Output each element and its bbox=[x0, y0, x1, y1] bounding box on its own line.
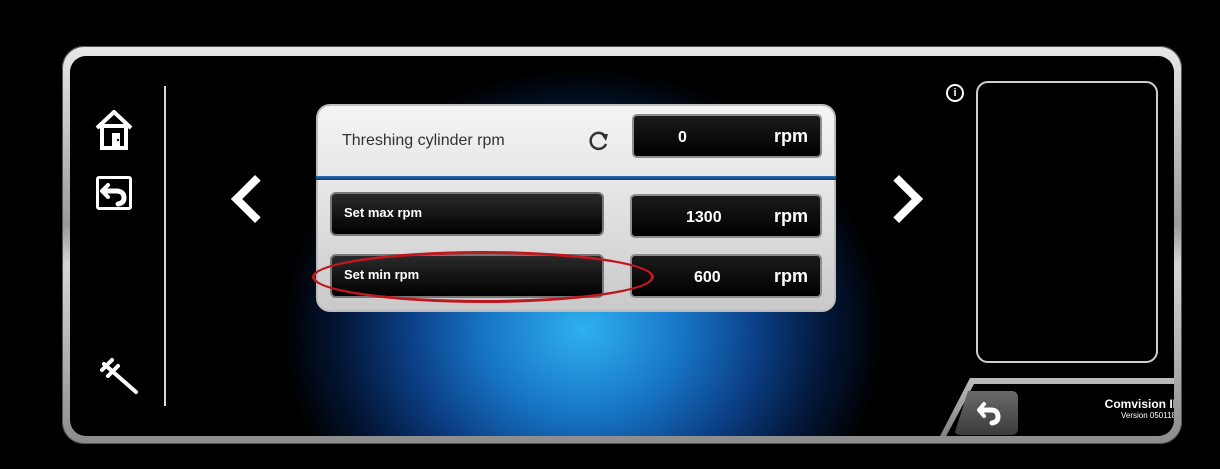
panel-separator bbox=[316, 176, 836, 180]
back-icon[interactable] bbox=[96, 176, 132, 210]
max-rpm-field[interactable]: 1300 rpm bbox=[630, 194, 822, 238]
preview-box bbox=[976, 81, 1158, 363]
sidebar-divider bbox=[164, 86, 166, 406]
min-rpm-unit: rpm bbox=[773, 266, 808, 286]
caliper-icon[interactable] bbox=[98, 356, 142, 396]
home-icon[interactable] bbox=[94, 108, 134, 152]
max-rpm-unit: rpm bbox=[773, 206, 808, 226]
info-icon[interactable]: i bbox=[946, 84, 964, 102]
threshing-label: Threshing cylinder rpm bbox=[342, 132, 505, 149]
version-text: Version 050118 bbox=[1120, 411, 1174, 420]
min-rpm-field[interactable]: 600 rpm bbox=[630, 254, 822, 298]
annotation-ellipse bbox=[312, 251, 654, 303]
current-rpm-unit: rpm bbox=[773, 126, 808, 146]
min-rpm-value: 600 bbox=[694, 269, 721, 286]
current-rpm-value: 0 bbox=[678, 129, 687, 146]
current-rpm-field: 0 rpm bbox=[632, 114, 822, 158]
set-max-rpm-button[interactable]: Set max rpm bbox=[330, 192, 604, 236]
brand-name: Comvision II bbox=[1104, 397, 1174, 411]
max-rpm-value: 1300 bbox=[686, 209, 722, 226]
screen: Threshing cylinder rpm 0 rpm Set max rpm… bbox=[70, 56, 1174, 436]
refresh-icon[interactable] bbox=[588, 130, 610, 152]
